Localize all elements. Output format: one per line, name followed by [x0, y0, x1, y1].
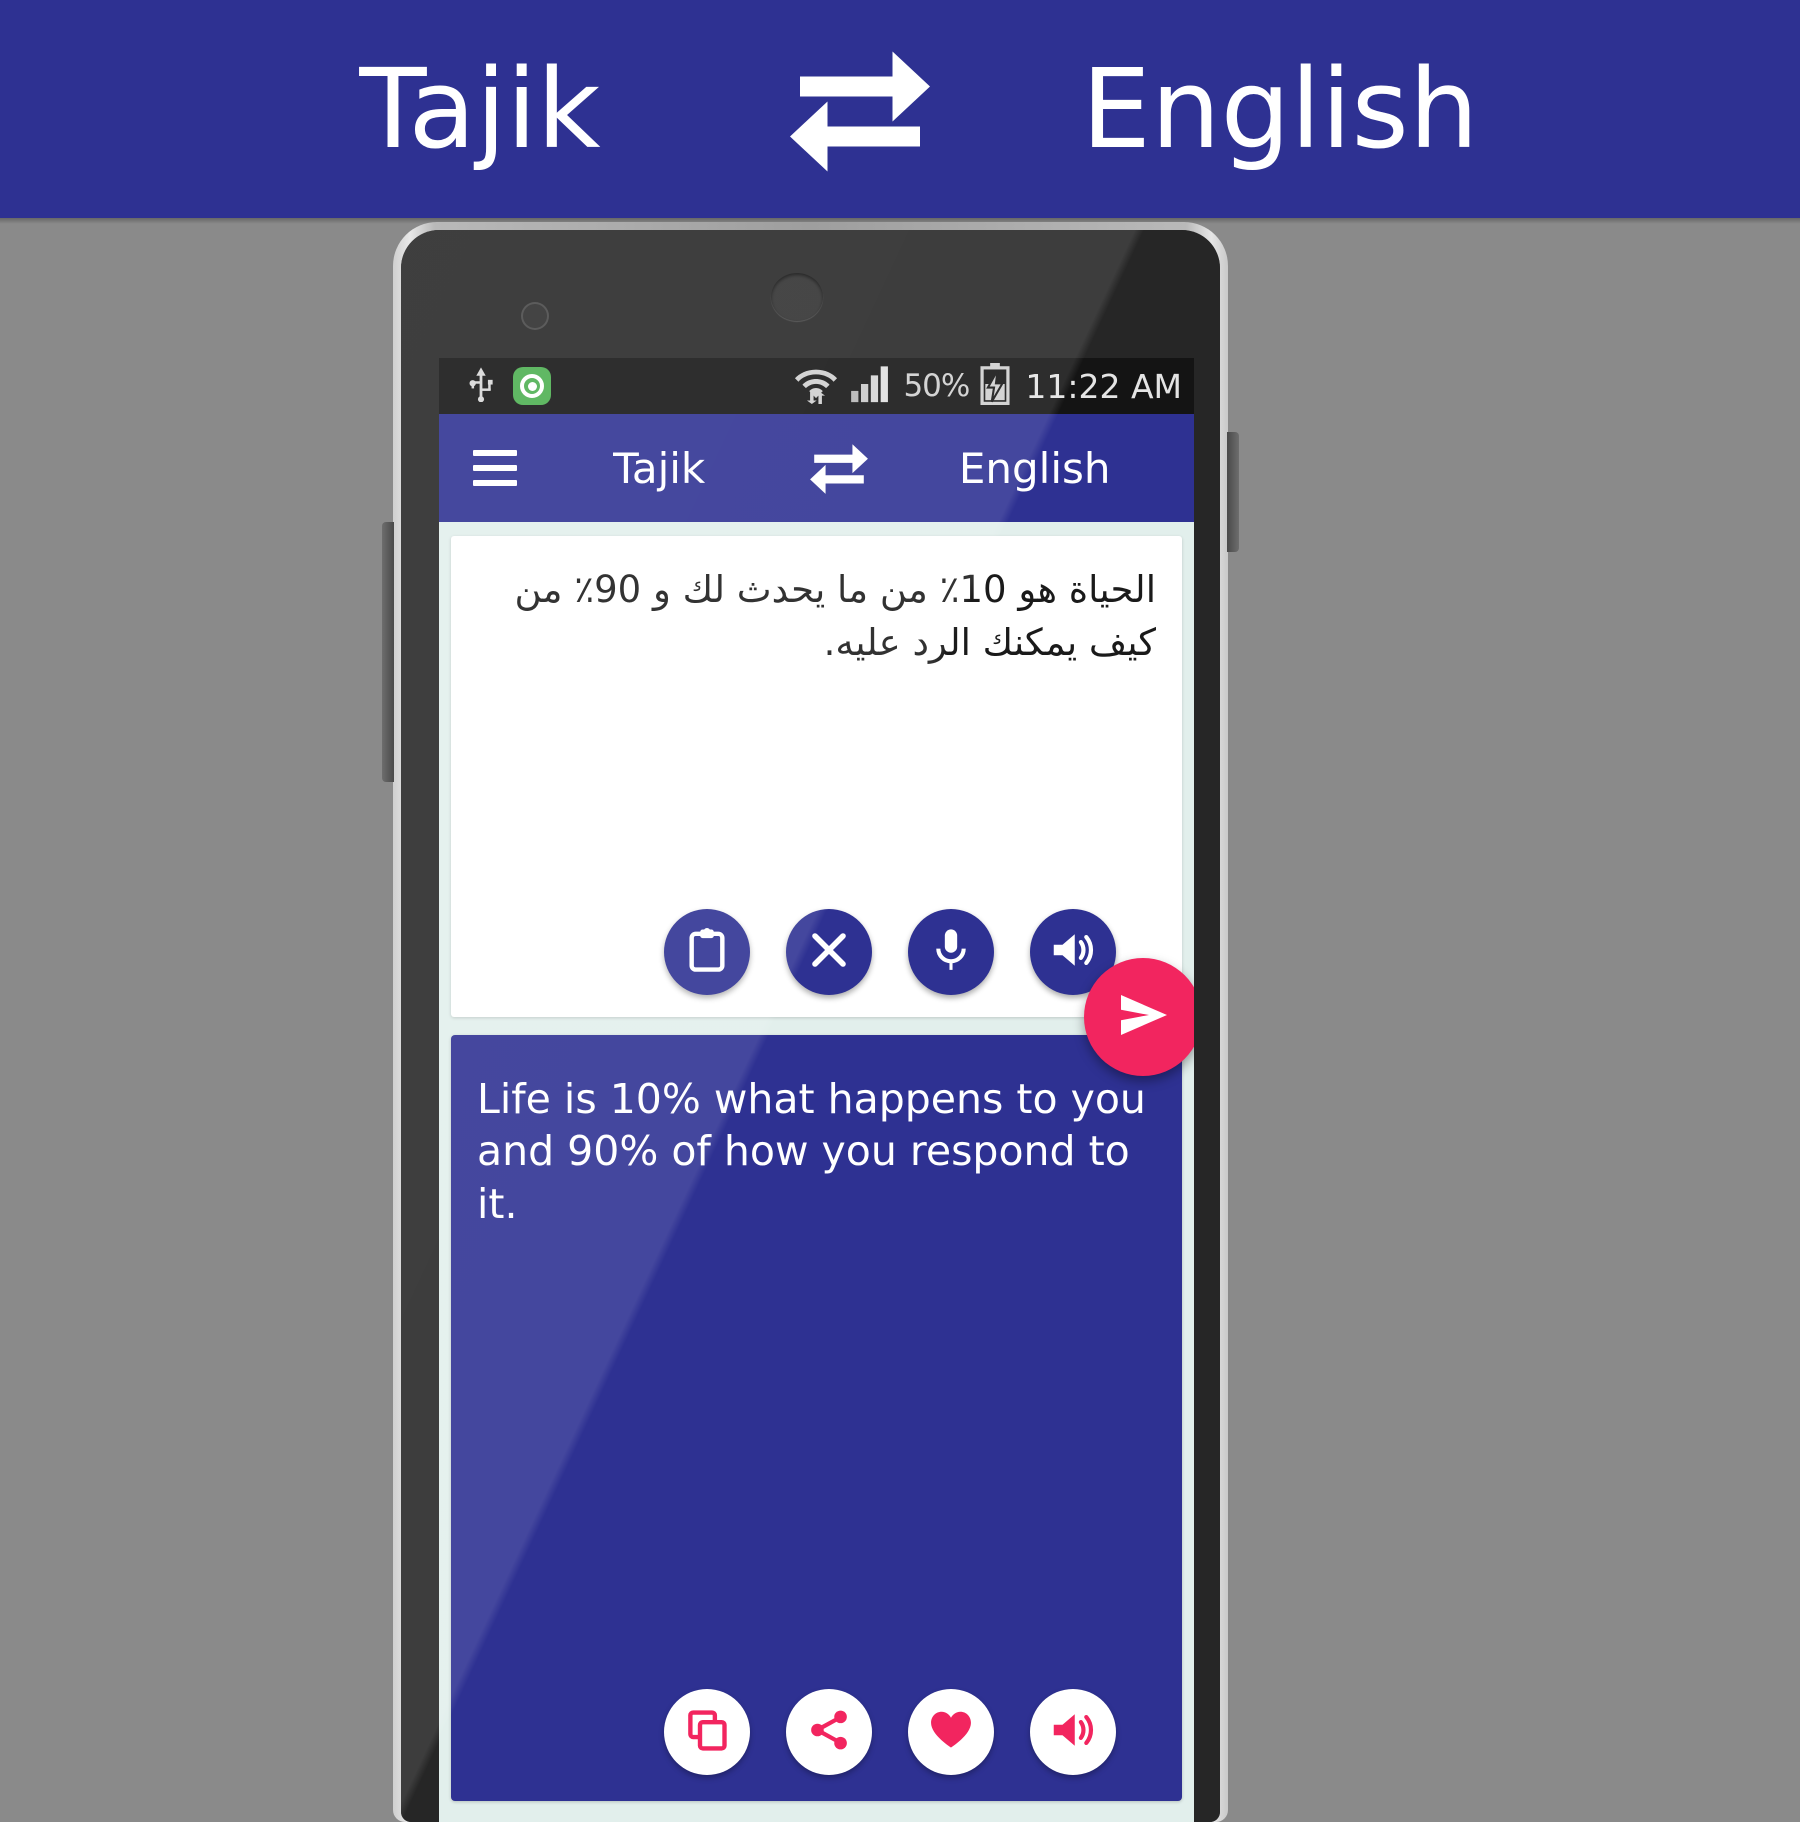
app-toolbar: Tajik English: [439, 414, 1194, 522]
speaker-icon: [1050, 929, 1096, 976]
clipboard-icon: [686, 927, 728, 978]
voice-input-button[interactable]: [908, 909, 994, 995]
battery-percent-label: 50%: [903, 368, 970, 404]
favorite-button[interactable]: [908, 1689, 994, 1775]
toolbar-source-language[interactable]: Tajik: [533, 444, 785, 493]
send-translate-button[interactable]: [1084, 958, 1194, 1076]
heart-icon: [928, 1709, 974, 1756]
target-action-bar: [451, 1689, 1182, 1775]
promo-source-language: Tajik: [359, 45, 601, 173]
status-bar: 50% 11:22 AM: [439, 358, 1194, 414]
microphone-icon: [932, 926, 970, 979]
translator-content: الحياة هو 10٪ من ما يحدث لك و 90٪ من كيف…: [439, 522, 1194, 1822]
toolbar-target-language[interactable]: English: [893, 444, 1176, 493]
copy-button[interactable]: [664, 1689, 750, 1775]
status-bar-clock: 11:22 AM: [1025, 366, 1182, 406]
source-text-card: الحياة هو 10٪ من ما يحدث لك و 90٪ من كيف…: [451, 536, 1182, 1017]
translated-text: Life is 10% what happens to you and 90% …: [477, 1075, 1146, 1228]
paste-button[interactable]: [664, 909, 750, 995]
promo-swap-icon: [720, 44, 1000, 174]
promo-banner: Tajik English: [0, 0, 1800, 218]
speak-target-button[interactable]: [1030, 1689, 1116, 1775]
share-button[interactable]: [786, 1689, 872, 1775]
clear-button[interactable]: [786, 909, 872, 995]
copy-icon: [686, 1708, 728, 1757]
swap-languages-icon[interactable]: [785, 439, 893, 497]
source-text-input[interactable]: الحياة هو 10٪ من ما يحدث لك و 90٪ من كيف…: [451, 536, 1182, 669]
volume-rocker-button[interactable]: [382, 522, 394, 782]
battery-charging-icon: [980, 363, 1010, 409]
phone-screen: 50% 11:22 AM Tajik English الحياة هو 10٪…: [439, 358, 1194, 1822]
translated-text-card: Life is 10% what happens to you and 90% …: [451, 1035, 1182, 1801]
cellular-signal-icon: [850, 365, 892, 407]
hamburger-menu-icon[interactable]: [457, 430, 533, 506]
power-button[interactable]: [1227, 432, 1239, 552]
speaker-icon: [1050, 1709, 1096, 1756]
green-app-notification-icon: [513, 367, 551, 405]
share-icon: [808, 1708, 850, 1757]
phone-mockup: 50% 11:22 AM Tajik English الحياة هو 10٪…: [382, 222, 1239, 1822]
source-action-bar: [451, 909, 1182, 995]
front-camera-icon: [521, 302, 549, 330]
send-paper-plane-icon: [1113, 988, 1173, 1047]
close-x-icon: [808, 929, 850, 976]
promo-target-language: English: [1081, 45, 1479, 173]
usb-icon: [467, 366, 495, 406]
phone-body: 50% 11:22 AM Tajik English الحياة هو 10٪…: [401, 230, 1220, 1822]
earpiece-speaker: [771, 273, 823, 321]
wifi-transfer-icon: [793, 364, 839, 408]
